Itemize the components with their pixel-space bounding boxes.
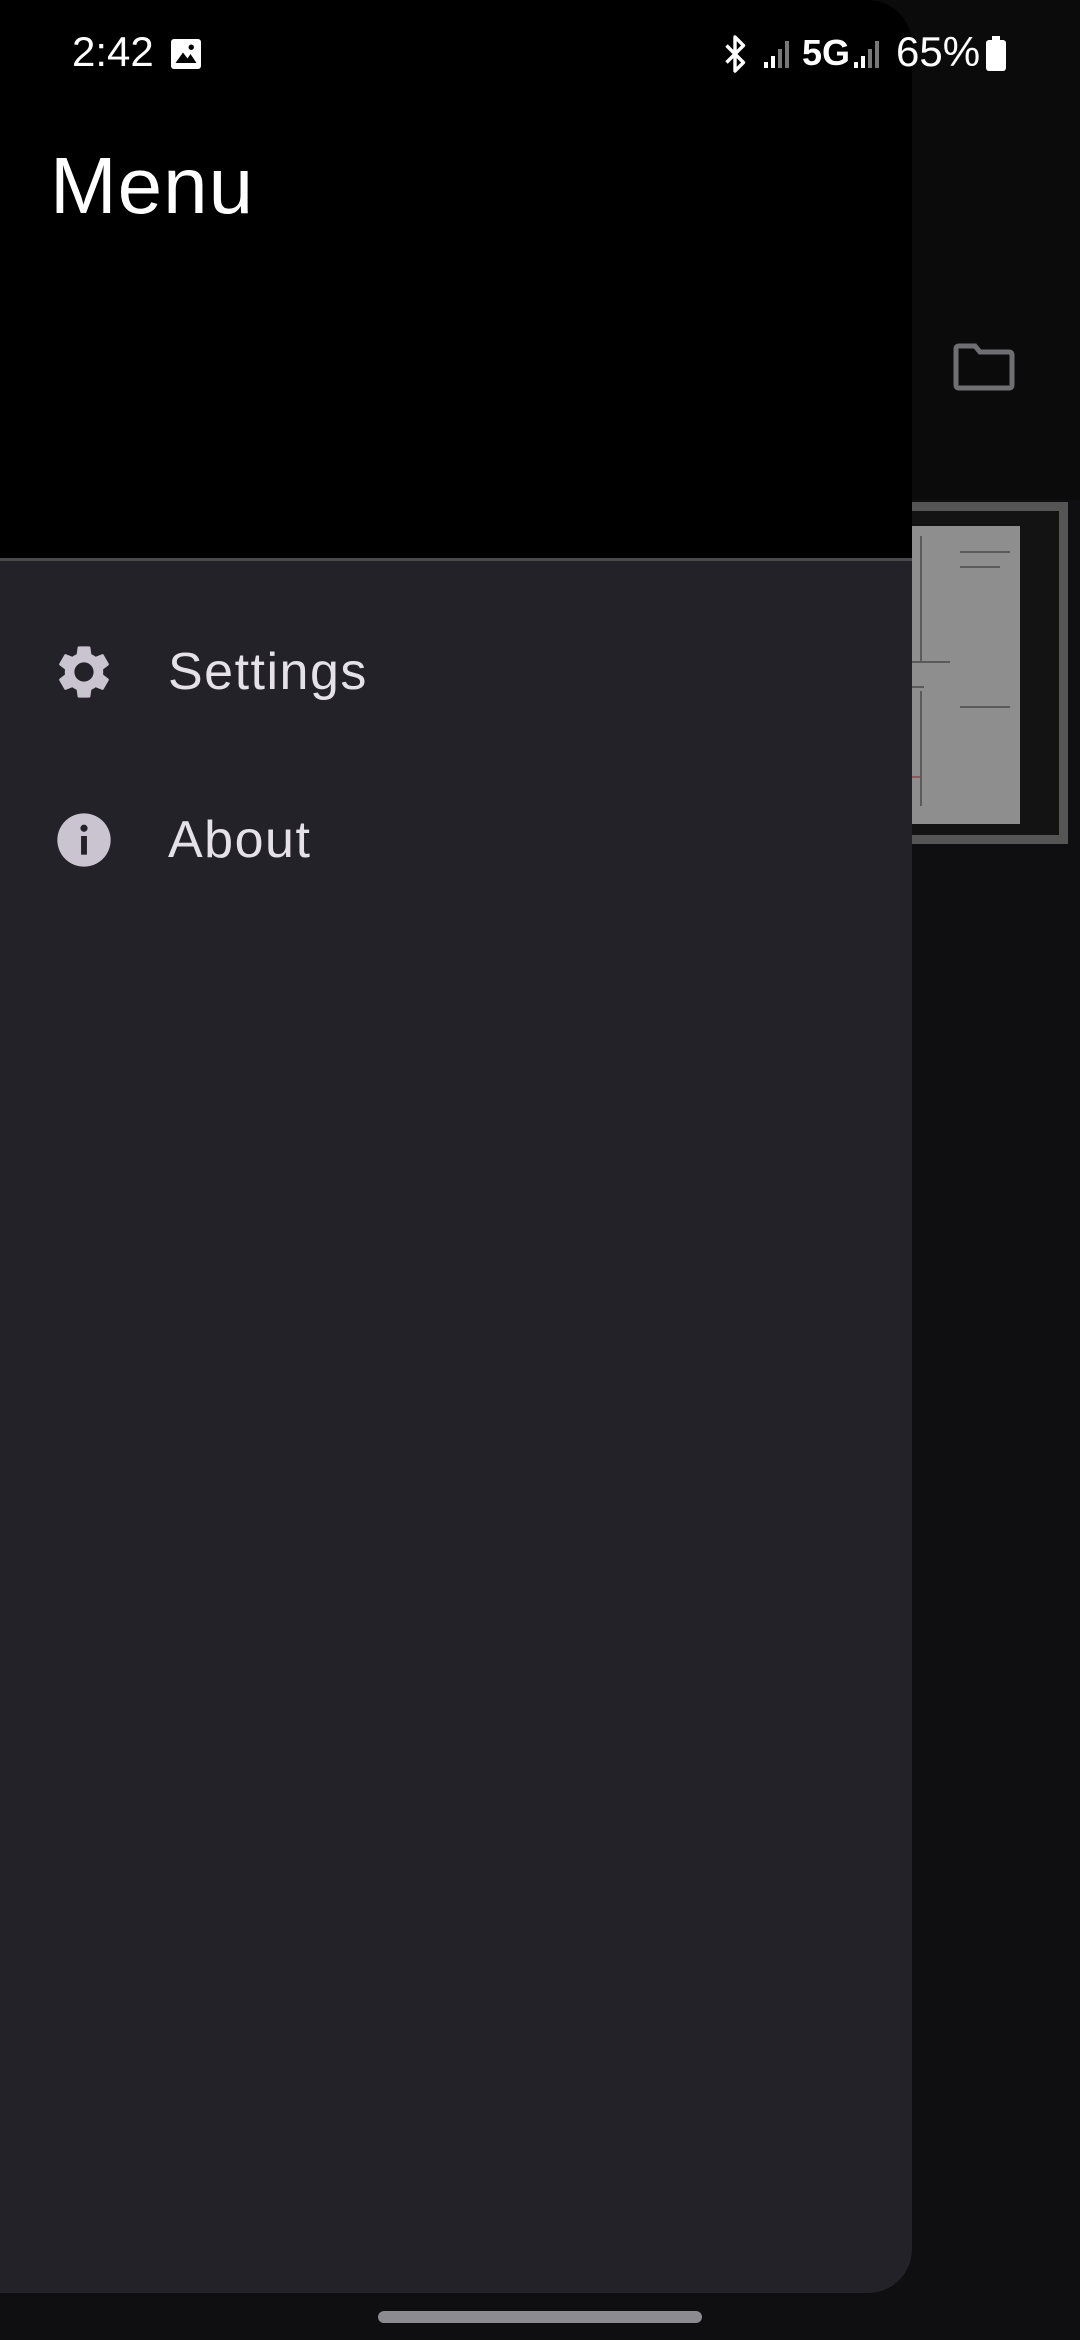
signal-icon: [764, 41, 789, 68]
menu-item-label: Settings: [168, 643, 368, 701]
bluetooth-icon: [725, 35, 746, 73]
navigation-drawer: Menu Settings About: [0, 0, 912, 2293]
status-time: 2:42: [72, 28, 154, 75]
menu-item-about[interactable]: About: [0, 765, 912, 915]
status-bar: 2:42 5G 65%: [0, 0, 1080, 110]
folder-icon[interactable]: [953, 343, 1015, 391]
battery-icon: [986, 36, 1006, 71]
screen: Menu Settings About 2:42 5G 65%: [0, 0, 1080, 2340]
menu-item-label: About: [168, 811, 312, 869]
signal-icon: [854, 41, 879, 68]
image-icon: [171, 39, 201, 69]
network-type: 5G: [802, 32, 851, 73]
info-icon: [57, 813, 111, 867]
gesture-navigation-bar[interactable]: [378, 2311, 702, 2323]
menu-item-settings[interactable]: Settings: [0, 597, 912, 747]
battery-percent: 65%: [896, 28, 981, 75]
drawer-title: Menu: [50, 141, 255, 230]
gear-icon: [59, 646, 109, 698]
